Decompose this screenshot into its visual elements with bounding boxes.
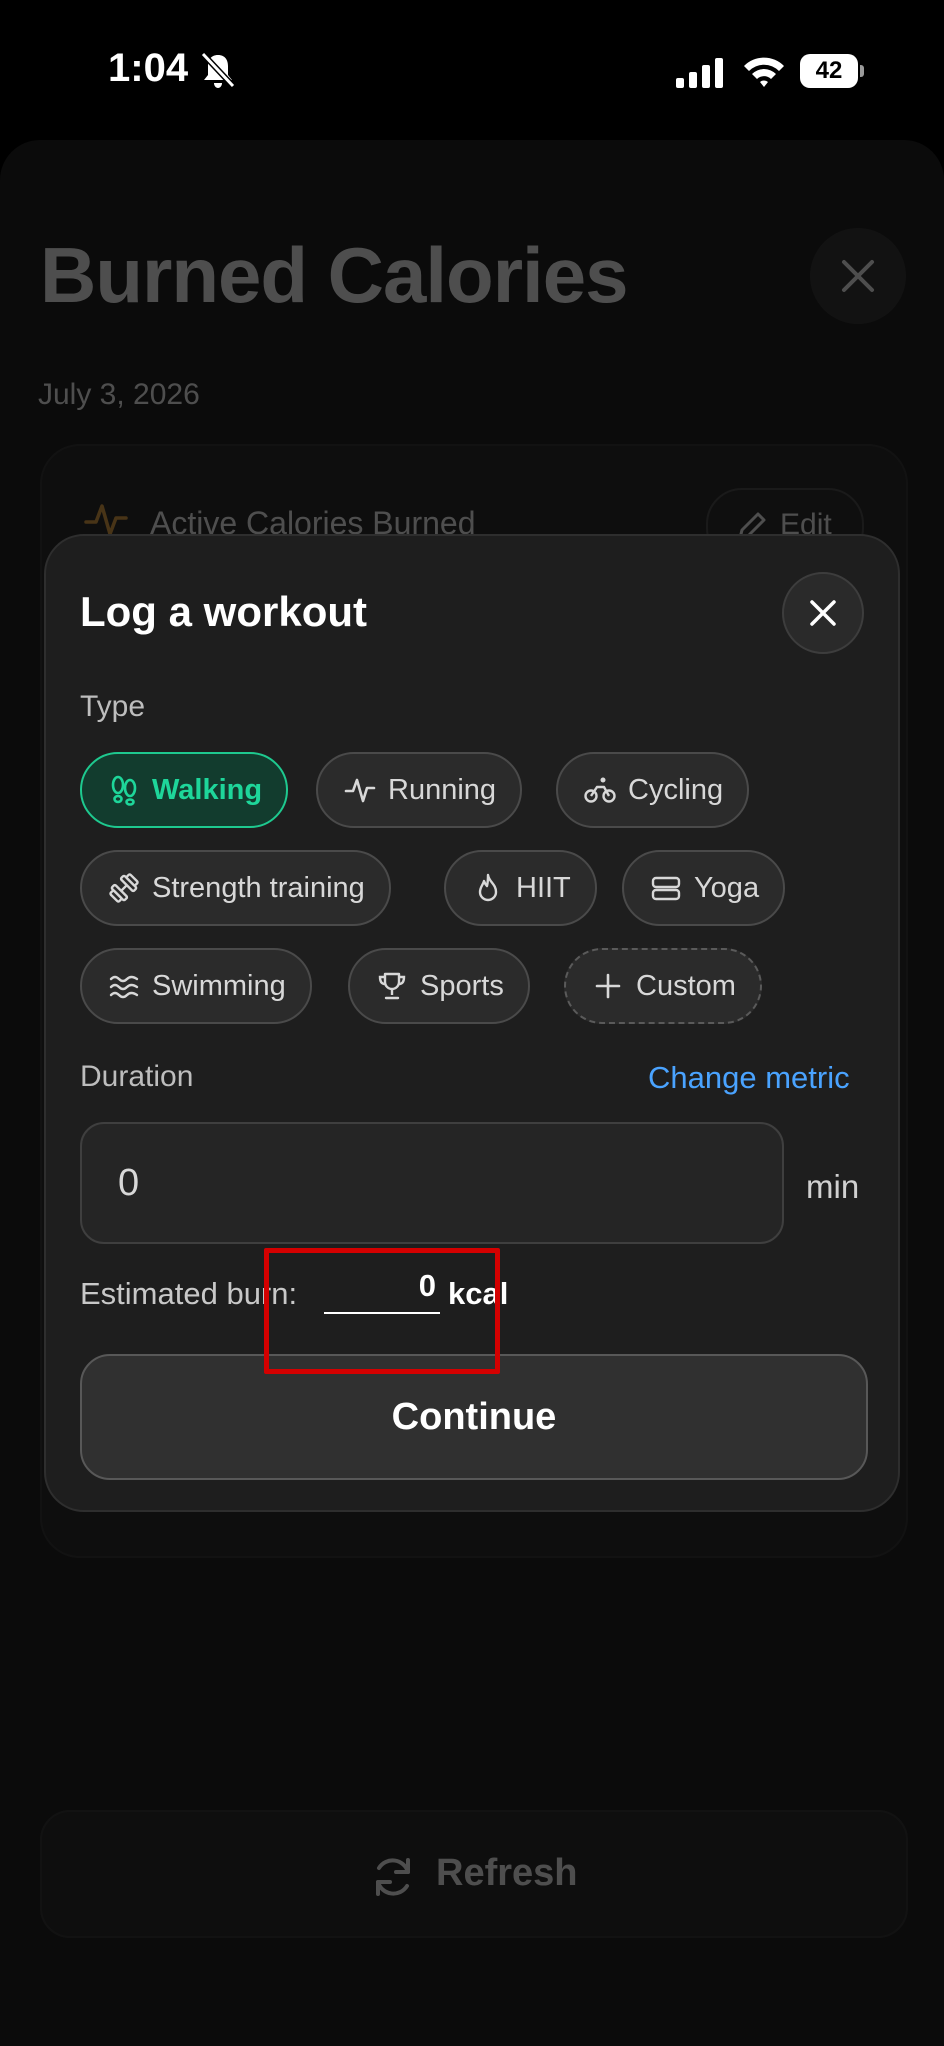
modal-title: Log a workout — [80, 588, 367, 635]
flame-icon — [478, 873, 498, 902]
refresh-button[interactable]: Refresh — [40, 1810, 908, 1938]
page-title: Burned Calories — [40, 231, 628, 319]
type-chip-swimming[interactable]: Swimming — [80, 948, 312, 1024]
type-chip-label: Running — [388, 773, 497, 806]
type-chip-label: Strength training — [152, 871, 365, 904]
duration-label: Duration — [80, 1060, 194, 1093]
type-chip-label: Walking — [152, 773, 263, 806]
type-chip-walking[interactable]: Walking — [80, 752, 289, 828]
type-label: Type — [80, 690, 146, 723]
highlight-annotation-box — [264, 1248, 500, 1374]
type-chip-hiit[interactable]: HIIT — [444, 850, 597, 926]
type-chip-sports[interactable]: Sports — [348, 948, 530, 1024]
continue-label: Continue — [391, 1396, 557, 1438]
status-bar: 1:04 42 — [0, 0, 944, 140]
status-time: 1:04 — [108, 46, 189, 90]
dumbbell-icon — [109, 873, 139, 903]
type-chip-label: Sports — [420, 969, 504, 1002]
modal-close-button[interactable] — [782, 572, 864, 654]
activity-icon — [344, 778, 376, 803]
log-workout-modal: Log a workout Type Walking Running Cycli… — [44, 534, 900, 1512]
type-chip-cycling[interactable]: Cycling — [556, 752, 750, 828]
battery-level: 42 — [800, 54, 858, 88]
refresh-label: Refresh — [436, 1852, 578, 1894]
type-chip-custom[interactable]: Custom — [564, 948, 762, 1024]
waves-icon — [109, 975, 139, 999]
background-close-button[interactable] — [810, 228, 906, 324]
footprints-icon — [111, 775, 137, 806]
close-icon — [842, 260, 874, 292]
battery-indicator: 42 — [800, 54, 864, 88]
yoga-icon — [651, 876, 681, 901]
bell-off-icon — [200, 51, 236, 89]
type-chip-label: Swimming — [152, 969, 286, 1002]
duration-unit: min — [806, 1168, 860, 1205]
page-date: July 3, 2026 — [38, 378, 200, 411]
duration-input[interactable]: 0 — [80, 1122, 784, 1244]
bicycle-icon — [584, 777, 616, 803]
type-chip-yoga[interactable]: Yoga — [622, 850, 786, 926]
type-chip-label: Yoga — [694, 871, 760, 904]
change-metric-link[interactable]: Change metric — [648, 1060, 850, 1096]
signal-icon — [676, 58, 723, 88]
type-chip-label: Custom — [636, 969, 736, 1002]
trophy-icon — [378, 972, 406, 1000]
type-chip-running[interactable]: Running — [316, 752, 523, 828]
battery-tip — [860, 65, 864, 77]
wifi-icon — [744, 57, 784, 87]
type-chip-label: Cycling — [628, 773, 724, 806]
duration-value: 0 — [118, 1162, 140, 1204]
type-chip-label: HIIT — [516, 871, 571, 904]
type-chip-strength-training[interactable]: Strength training — [80, 850, 391, 926]
plus-icon — [595, 973, 621, 999]
refresh-icon — [376, 1858, 410, 1896]
close-icon — [810, 600, 836, 626]
